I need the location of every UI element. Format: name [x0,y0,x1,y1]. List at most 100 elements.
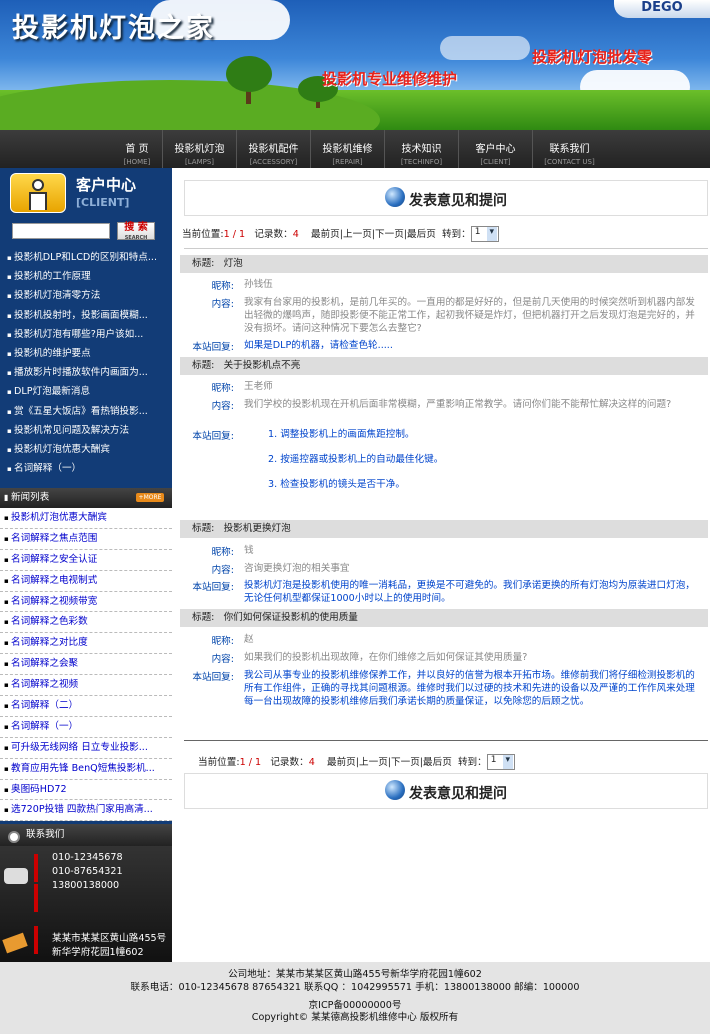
pager-bottom: 当前位置:1 / 1 记录数：4 最前页|上一页|下一页|最后页 转到： 1 [198,754,515,770]
pager-pos-value: 1 / 1 [239,757,262,768]
pager-goto-label: 转到： [441,229,471,240]
nav-home[interactable]: 首 页 [HOME] [112,130,162,168]
footer-copyright: Copyright© 某某德高投影机维修中心 版权所有 [251,1012,459,1023]
search-input[interactable] [12,223,110,239]
article-link[interactable]: 投影机灯泡清零方法 [0,286,172,305]
reply-item: 2. 按遥控器或投影机上的自动最佳化键。 [268,454,444,465]
news-link[interactable]: 教育应用先锋 BenQ短焦投影机... [0,759,172,780]
article-link[interactable]: 投影机灯泡有哪些?用户该如... [0,325,172,344]
nav-sublabel: [HOME] [123,158,151,166]
contact-panel: 010-12345678 010-87654321 13800138000 某某… [0,846,172,962]
tree [226,56,272,92]
slogan-repair: 投影机专业维修维护 [322,70,458,88]
article-link[interactable]: DLP灯泡最新消息 [0,382,172,401]
contact-mobile: 13800138000 [52,880,120,891]
title-label: 标题: [192,360,215,371]
news-link[interactable]: 名词解释（一） [0,717,172,738]
pager-pos-value: 1 / 1 [223,229,246,240]
divider-bar [34,884,38,912]
pager-pos-label: 当前位置: [182,229,224,240]
content-label: 内容: [211,654,234,665]
message-title-bar: 标题: 投影机更换灯泡 [180,520,708,538]
news-link[interactable]: 名词解释之会聚 [0,654,172,676]
brand-logo[interactable]: DEGO [614,0,710,18]
news-list-title: 新闻列表 [10,492,50,503]
article-link[interactable]: 投影机的维护要点 [0,344,172,363]
content-label: 内容: [211,299,234,310]
news-link[interactable]: 名词解释之色彩数 [0,612,172,634]
message-title-bar: 标题: 关于投影机点不亮 [180,357,708,375]
pager-links[interactable]: 最前页|上一页|下一页|最后页 [327,757,452,768]
reply-label: 本站回复: [192,582,234,593]
message-title: 关于投影机点不亮 [223,360,301,371]
nav-client[interactable]: 客户中心 [CLIENT] [458,130,532,168]
nav-label: 投影机灯泡 [174,144,225,155]
header-banner: 投影机灯泡之家 投影机专业维修维护 投影机灯泡批发零 DEGO [0,0,710,130]
news-link[interactable]: 名词解释之对比度 [0,633,172,655]
news-link[interactable]: 可升级无线网络 日立专业投影... [0,738,172,759]
search-button[interactable]: 搜 索 SEARCH [117,222,155,241]
client-center-box: 客户中心 [CLIENT] 搜 索 SEARCH [0,168,172,246]
article-link[interactable]: 投影机DLP和LCD的区别和特点... [0,248,172,267]
nav-label: 首 页 [125,144,149,155]
article-link[interactable]: 投影机常见问题及解决方法 [0,421,172,440]
section-title: 发表意见和提问 [409,786,507,802]
globe-icon [385,187,405,207]
message-reply: 投影机灯泡是投影机使用的唯一消耗品，更换是不可避免的。我们承诺更换的所有灯泡均为… [244,580,695,604]
message-title-bar: 标题: 灯泡 [180,255,708,273]
news-link[interactable]: 奥图码HD72 [0,780,172,801]
nav-label: 联系我们 [549,144,590,155]
news-link[interactable]: 选720P投错 四款热门家用高清... [0,800,172,822]
section-title: 发表意见和提问 [409,193,507,209]
nav-repair[interactable]: 投影机维修 [REPAIR] [310,130,384,168]
nav-techinfo[interactable]: 技术知识 [TECHINFO] [384,130,458,168]
contact-phone: 010-12345678 [52,852,123,863]
news-link[interactable]: 名词解释之焦点范围 [0,529,172,550]
page-select[interactable]: 1 [486,754,515,770]
pager-pos-label: 当前位置: [198,757,240,768]
article-link[interactable]: 投影机灯泡优惠大酬宾 [0,440,172,459]
nav-accessory[interactable]: 投影机配件 [ACCESSORY] [236,130,310,168]
slogan-wholesale: 投影机灯泡批发零 [532,48,653,66]
news-link[interactable]: 名词解释之视频带宽 [0,592,172,613]
article-link[interactable]: 播放影片时播放软件内画面为... [0,363,172,382]
message-content: 我家有台家用的投影机，是前几年买的。一直用的都是好好的，但是前几天使用的时候突然… [244,297,695,334]
nav-sublabel: [CLIENT] [480,158,511,166]
main-content: 发表意见和提问 当前位置:1 / 1 记录数：4 最前页|上一页|下一页|最后页… [180,168,710,962]
nav-lamps[interactable]: 投影机灯泡 [LAMPS] [162,130,236,168]
news-link[interactable]: 名词解释之电视制式 [0,571,172,592]
reply-label: 本站回复: [192,342,234,353]
footer-address: 公司地址：某某市某某区黄山路455号新华学府花园1幢602 [228,969,482,980]
user-icon [10,173,66,213]
more-button[interactable]: +MORE [136,493,164,502]
contact-address: 某某市某某区黄山路455号 [52,933,167,944]
pager-count-value: 4 [308,757,315,768]
news-link[interactable]: 名词解释之视频 [0,675,172,697]
message-title: 你们如何保证投影机的使用质量 [223,612,358,623]
nav-label: 技术知识 [401,144,442,155]
reply-item: 1. 调整投影机上的画面焦距控制。 [268,429,415,440]
sidebar: 客户中心 [CLIENT] 搜 索 SEARCH 投影机DLP和LCD的区别和特点… [0,168,172,962]
site-title: 投影机灯泡之家 [12,13,215,44]
message-nick: 赵 [244,634,254,645]
title-label: 标题: [192,523,215,534]
nav-sublabel: [TECHINFO] [400,158,443,166]
nav-contact[interactable]: 联系我们 [CONTACT US] [532,130,606,168]
section-title-box: 发表意见和提问 [184,180,708,216]
news-link[interactable]: 投影机灯泡优惠大酬宾 [0,508,172,529]
article-link[interactable]: 投影机投射时，投影画面模糊... [0,306,172,325]
message-nick: 王老师 [244,381,273,392]
message-title: 灯泡 [223,258,243,269]
pager-links[interactable]: 最前页|上一页|下一页|最后页 [311,229,436,240]
page-select[interactable]: 1 [470,226,499,242]
message-content: 如果我们的投影机出现故障，在你们维修之后如何保证其使用质量? [244,652,528,663]
cloud [440,36,530,60]
reply-label: 本站回复: [192,431,234,442]
message-reply: 我公司从事专业的投影机维修保养工作，并以良好的信誉为根本开拓市场。维修前我们将仔… [244,670,695,707]
nav-label: 投影机维修 [322,144,373,155]
news-link[interactable]: 名词解释之安全认证 [0,550,172,571]
article-link[interactable]: 赏《五星大饭店》看热销投影... [0,402,172,421]
article-link[interactable]: 名词解释（一） [0,459,172,478]
article-link[interactable]: 投影机的工作原理 [0,267,172,286]
news-link[interactable]: 名词解释（二） [0,696,172,717]
